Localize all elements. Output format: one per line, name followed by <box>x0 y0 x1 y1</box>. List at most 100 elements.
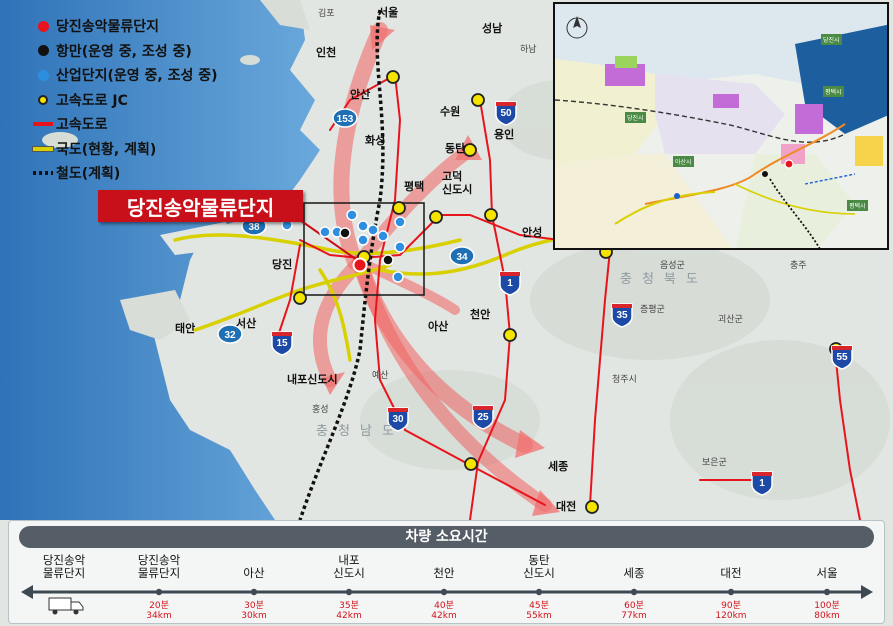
legend-label: 철도(계획) <box>56 166 121 183</box>
truck-icon <box>48 597 84 615</box>
legend-item: 철도(계획) <box>30 161 220 186</box>
label-boeun: 보은군 <box>702 458 727 468</box>
label-suwon: 수원 <box>440 105 461 118</box>
timebar-stop-time: 100분 80km <box>814 601 840 621</box>
timebar-stop-time: 40분 42km <box>431 601 457 621</box>
inset-label-2: 평택시 <box>823 86 844 97</box>
legend-label: 산업단지(운영 중, 조성 중) <box>56 68 218 85</box>
road-shield-1: 1 <box>499 271 521 296</box>
label-jeungpyeong: 증평군 <box>640 305 665 315</box>
site-callout: 당진송악물류단지 <box>98 190 303 222</box>
legend-item: 산업단지(운영 중, 조성 중) <box>30 63 220 88</box>
label-dongtan: 동탄 <box>445 142 466 155</box>
inset-label-1: 당진시 <box>821 34 842 45</box>
legend-item: 고속도로 JC <box>30 88 220 113</box>
label-gimpo: 김포 <box>318 9 335 19</box>
label-goesan: 괴산군 <box>718 315 743 325</box>
site-red-marker <box>352 257 368 273</box>
timebar-tick <box>440 588 448 596</box>
label-daejeon: 대전 <box>556 500 577 513</box>
legend-label: 국도(현황, 계획) <box>56 141 157 158</box>
road-shield-number: 50 <box>500 108 512 119</box>
label-seosan: 서산 <box>236 317 257 330</box>
dotted-line-icon <box>30 171 56 176</box>
timebar-stop-name: 동탄 신도시 <box>523 553 555 580</box>
label-seongnam: 성남 <box>482 22 503 35</box>
yellow-line-icon <box>30 145 56 152</box>
road-shield-153: 153 <box>332 108 358 128</box>
road-shield-number: 55 <box>836 352 848 363</box>
timebar-tick <box>535 588 543 596</box>
label-godeok: 고덕 신도시 <box>442 170 473 196</box>
label-cheonan: 천안 <box>470 308 491 321</box>
timebar-stop-time: 30분 30km <box>241 601 267 621</box>
legend-label: 고속도로 <box>56 117 108 134</box>
travel-time-panel: 차량 소요시간 당진송악 물류단지 당진송악 물류단지 20분 34km 아산 30분 … <box>8 520 885 624</box>
inset-label-4: 평택시 <box>847 200 868 211</box>
blue-dot-icon <box>30 69 56 81</box>
label-cheongju: 청주시 <box>612 375 637 385</box>
label-asan: 아산 <box>428 320 449 333</box>
road-shield-25: 25 <box>472 405 494 430</box>
timebar-stop-name: 천안 <box>433 566 455 580</box>
red-dot-icon <box>30 20 56 32</box>
road-shield-number: 1 <box>507 278 513 289</box>
road-shield-number: 15 <box>276 338 288 349</box>
road-shield-number: 153 <box>337 114 354 125</box>
road-shield-15: 15 <box>271 331 293 356</box>
legend-label: 고속도로 JC <box>56 92 128 109</box>
label-sejong: 세종 <box>548 460 569 473</box>
label-chungju: 충주 <box>790 261 807 271</box>
timebar-tick <box>155 588 163 596</box>
inset-label-3: 아산시 <box>673 156 694 167</box>
legend-label: 항만(운영 중, 조성 중) <box>56 43 192 60</box>
legend-item: 항만(운영 중, 조성 중) <box>30 39 220 64</box>
label-yesan: 예산 <box>372 371 389 381</box>
legend-item: 당진송악물류단지 <box>30 14 220 39</box>
label-hwaseong: 화성 <box>365 134 386 147</box>
timebar-tick <box>250 588 258 596</box>
label-naepo: 내포신도시 <box>287 373 338 386</box>
road-shield-number: 35 <box>616 310 628 321</box>
road-shield-number: 34 <box>456 252 468 263</box>
red-line-icon <box>30 122 56 127</box>
label-incheon: 인천 <box>316 46 337 59</box>
label-dangjin: 당진 <box>272 258 293 271</box>
timebar-tick <box>345 588 353 596</box>
timebar-stop-time: 45분 55km <box>526 601 552 621</box>
road-shield-number: 1 <box>759 478 765 489</box>
timebar-stop-name: 대전 <box>720 566 742 580</box>
road-shield-55: 55 <box>831 345 853 370</box>
road-shield-number: 32 <box>224 330 236 341</box>
label-chungbuk: 충청북도 <box>620 272 708 287</box>
timebar-stop-time: 35분 42km <box>336 601 362 621</box>
label-seoul: 서울 <box>378 6 399 19</box>
timebar-stop-time: 60분 77km <box>621 601 647 621</box>
map-legend: 당진송악물류단지항만(운영 중, 조성 중) 산업단지(운영 중, 조성 중) 고속… <box>30 14 220 186</box>
road-shield-number: 25 <box>477 412 489 423</box>
label-chungnam: 충청남도 <box>316 424 404 439</box>
road-shield-number: 38 <box>248 222 260 233</box>
label-yongin: 용인 <box>494 128 515 141</box>
legend-label: 당진송악물류단지 <box>56 19 160 36</box>
inset-label-5: 당진시 <box>625 112 646 123</box>
label-taean: 태안 <box>175 322 196 335</box>
timebar-tick <box>823 588 831 596</box>
road-shield-50: 50 <box>495 101 517 126</box>
timebar-stop-name: 내포 신도시 <box>333 553 365 580</box>
legend-item: 국도(현황, 계획) <box>30 137 220 162</box>
yellow-ring-icon <box>30 94 56 105</box>
timebar-stop-time: 20분 34km <box>146 601 172 621</box>
timebar-stop-time: 90분 120km <box>715 601 747 621</box>
timebar-stop-name: 당진송악 물류단지 <box>42 553 86 580</box>
inset-map: 당진시 평택시 아산시 평택시 당진시 <box>553 2 889 250</box>
label-anseong: 안성 <box>522 226 543 239</box>
timebar-stop-name: 당진송악 물류단지 <box>137 553 181 580</box>
timebar-stop-name: 세종 <box>623 566 645 580</box>
label-pyeongtaek: 평택 <box>404 180 425 193</box>
label-ansan: 안산 <box>350 88 371 101</box>
timebar-stop-name: 아산 <box>243 566 265 580</box>
label-hanam: 하남 <box>520 45 537 55</box>
road-shield-34: 34 <box>449 246 475 266</box>
legend-item: 고속도로 <box>30 112 220 137</box>
